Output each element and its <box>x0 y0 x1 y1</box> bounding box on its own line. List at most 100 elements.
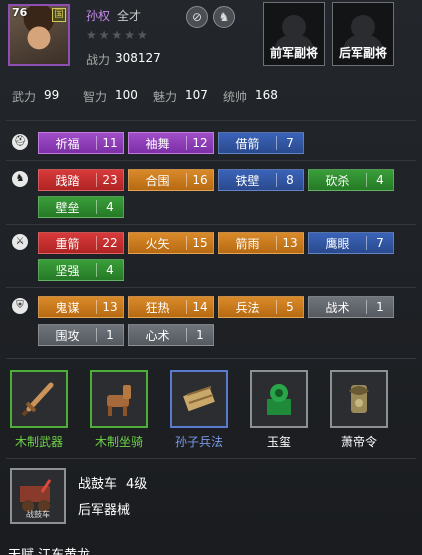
hero-title: 全才 <box>117 9 142 23</box>
attr-command-value: 168 <box>255 88 278 102</box>
horse-icon: ♞ <box>12 171 28 187</box>
divider <box>6 458 416 459</box>
hero-level: 76 <box>12 6 28 19</box>
vehicle-name: 战鼓车 <box>78 477 118 492</box>
skill-tag[interactable]: 壁垒 4 <box>38 196 124 218</box>
skill-level: 1 <box>196 328 204 342</box>
bow-icon: ⚔ <box>12 234 28 250</box>
equip-slot-book[interactable] <box>170 370 228 428</box>
skill-level: 1 <box>376 300 384 314</box>
skill-tag[interactable]: 借箭 7 <box>218 132 304 154</box>
skill-name: 铁壁 <box>235 173 260 188</box>
jade-seal-icon <box>267 384 291 415</box>
skill-name: 围攻 <box>55 328 80 343</box>
skill-level: 13 <box>282 236 298 250</box>
skill-tag[interactable]: 砍杀 4 <box>308 169 394 191</box>
vehicle-icon-caption: 战鼓车 <box>26 510 50 519</box>
skill-tag[interactable]: 袖舞 12 <box>128 132 214 154</box>
sword-icon <box>21 382 54 417</box>
skill-tag[interactable]: 鬼谋 13 <box>38 296 124 318</box>
skill-tag[interactable]: 践踏 23 <box>38 169 124 191</box>
skill-level: 4 <box>106 200 114 214</box>
skill-tag[interactable]: 坚强 4 <box>38 259 124 281</box>
skill-level: 16 <box>192 173 208 187</box>
divider <box>6 358 416 359</box>
skill-level: 8 <box>286 173 294 187</box>
skill-tag[interactable]: 围攻 1 <box>38 324 124 346</box>
divider <box>6 120 416 121</box>
skill-level: 1 <box>106 328 114 342</box>
skill-tag[interactable]: 战术 1 <box>308 296 394 318</box>
divider <box>6 160 416 161</box>
skill-level: 15 <box>192 236 208 250</box>
skill-tag[interactable]: 狂热 14 <box>128 296 214 318</box>
skill-level: 13 <box>102 300 118 314</box>
vehicle-type: 后军器械 <box>78 503 131 518</box>
skill-name: 壁垒 <box>55 200 80 215</box>
skill-disabled-icon[interactable]: ⊘ <box>186 6 208 28</box>
divider <box>6 287 416 288</box>
equip-slot-token[interactable] <box>330 370 388 428</box>
skill-tag[interactable]: 鹰眼 7 <box>308 232 394 254</box>
horse-icon[interactable]: ♞ <box>213 6 235 28</box>
skill-level: 7 <box>286 136 294 150</box>
skill-name: 鬼谋 <box>55 300 80 315</box>
skill-level: 12 <box>192 136 208 150</box>
skill-tag[interactable]: 火矢 15 <box>128 232 214 254</box>
skill-level: 4 <box>106 263 114 277</box>
faction-seal-icon: 国 <box>52 8 66 22</box>
power-label: 战力 <box>86 53 111 67</box>
hero-stars: ★★★★★ <box>86 28 150 42</box>
attr-force-label: 武力 <box>12 90 37 104</box>
skill-name: 心术 <box>145 328 170 343</box>
equip-name-weapon: 木制武器 <box>14 435 63 449</box>
power-value: 308127 <box>115 51 161 65</box>
skill-name: 合围 <box>145 173 170 188</box>
hero-detail-panel: 76 国 孙权 全才 ★★★★★ 战力 308127 ⊘ ♞ 前军副将 后军副将… <box>0 0 422 555</box>
helmet-icon: ⛑ <box>12 134 28 150</box>
equip-name-mount: 木制坐骑 <box>94 435 143 449</box>
equip-name-token: 萧帝令 <box>340 435 377 449</box>
talent-line: 天赋 江东黄龙 <box>8 544 90 555</box>
attr-force-value: 99 <box>44 88 60 102</box>
skill-tag[interactable]: 兵法 5 <box>218 296 304 318</box>
skill-name: 鹰眼 <box>325 236 350 251</box>
scroll-icon <box>183 386 215 412</box>
attr-intellect-value: 100 <box>115 88 138 102</box>
skill-tag[interactable]: 重箭 22 <box>38 232 124 254</box>
skill-name: 战术 <box>325 300 350 315</box>
skill-level: 5 <box>286 300 294 314</box>
front-deputy-label: 前军副将 <box>269 46 318 60</box>
equip-slot-mount[interactable] <box>90 370 148 428</box>
skill-level: 7 <box>376 236 384 250</box>
skill-name: 践踏 <box>55 173 80 188</box>
shield-icon: ⛨ <box>12 298 28 314</box>
attr-command-label: 统帅 <box>223 90 248 104</box>
skill-tag[interactable]: 合围 16 <box>128 169 214 191</box>
skill-tag[interactable]: 铁壁 8 <box>218 169 304 191</box>
skill-tag[interactable]: 心术 1 <box>128 324 214 346</box>
skill-level: 14 <box>192 300 208 314</box>
rear-deputy-slot[interactable]: 后军副将 <box>332 2 394 66</box>
attr-charm-value: 107 <box>185 88 208 102</box>
skill-name: 砍杀 <box>325 173 350 188</box>
vehicle-slot[interactable]: 战鼓车 <box>10 468 66 524</box>
skill-name: 祈福 <box>55 136 80 151</box>
hero-portrait[interactable]: 76 国 <box>8 4 70 66</box>
skill-level: 22 <box>102 236 118 250</box>
skill-tag[interactable]: 箭雨 13 <box>218 232 304 254</box>
rear-deputy-label: 后军副将 <box>338 46 387 60</box>
front-deputy-slot[interactable]: 前军副将 <box>263 2 325 66</box>
skill-name: 箭雨 <box>235 236 260 251</box>
skill-name: 借箭 <box>235 136 260 151</box>
skill-level: 11 <box>102 136 118 150</box>
skill-tag[interactable]: 祈福 11 <box>38 132 124 154</box>
vehicle-level: 4级 <box>126 477 148 492</box>
skill-name: 重箭 <box>55 236 80 251</box>
attr-charm-label: 魅力 <box>153 90 178 104</box>
skill-name: 坚强 <box>55 263 80 278</box>
equip-name-book: 孙子兵法 <box>174 435 223 449</box>
skill-level: 23 <box>102 173 118 187</box>
equip-slot-treasure[interactable] <box>250 370 308 428</box>
equip-slot-weapon[interactable] <box>10 370 68 428</box>
